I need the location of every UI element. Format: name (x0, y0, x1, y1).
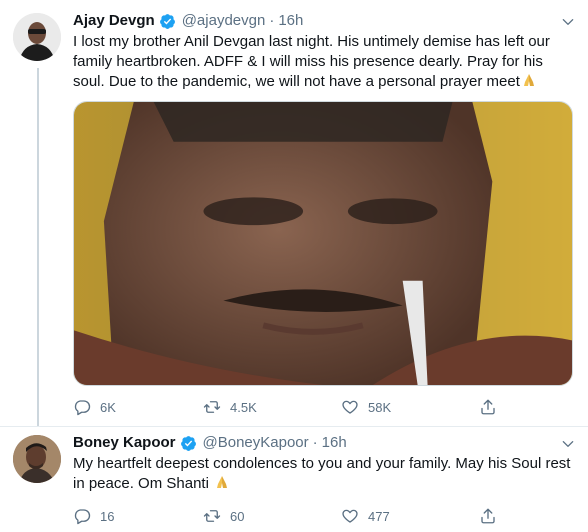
share-button[interactable] (479, 506, 497, 526)
timestamp[interactable]: 16h (278, 11, 303, 31)
share-icon (481, 508, 495, 524)
like-count: 58K (368, 399, 392, 415)
retweet-count: 60 (230, 508, 245, 524)
heart-icon (342, 400, 358, 414)
share-icon (481, 399, 495, 415)
tweet-body: I lost my brother Anil Devgan last night… (73, 33, 550, 90)
separator-dot: · (312, 434, 318, 451)
tweet-header: Boney Kapoor @BoneyKapoor · 16h (73, 433, 347, 453)
reply-count: 6K (100, 399, 116, 415)
reply-icon (74, 509, 91, 525)
tweet-actions: 6K 4.5K 58K (73, 397, 513, 417)
reply-count: 16 (100, 508, 115, 524)
display-name[interactable]: Ajay Devgn (73, 11, 155, 31)
tweet-ajay-devgn[interactable]: Ajay Devgn @ajaydevgn · 16h I lost my br… (0, 0, 588, 426)
chevron-down-icon[interactable] (560, 436, 576, 452)
folded-hands-icon (217, 476, 228, 488)
reply-button[interactable]: 6K (73, 397, 116, 417)
avatar[interactable] (13, 13, 61, 61)
verified-badge-icon (159, 13, 175, 29)
tweet-boney-kapoor[interactable]: Boney Kapoor @BoneyKapoor · 16h My heart… (0, 426, 588, 532)
tweet-text: I lost my brother Anil Devgan last night… (73, 32, 573, 92)
timestamp[interactable]: 16h (322, 433, 347, 453)
retweet-button[interactable]: 4.5K (203, 397, 257, 417)
chevron-down-icon[interactable] (560, 14, 576, 30)
handle[interactable]: @BoneyKapoor (203, 433, 309, 453)
display-name[interactable]: Boney Kapoor (73, 433, 176, 453)
like-button[interactable]: 58K (341, 397, 391, 417)
separator-dot: · (269, 12, 275, 29)
like-button[interactable]: 477 (341, 506, 390, 526)
avatar[interactable] (13, 435, 61, 483)
like-count: 477 (368, 508, 390, 524)
heart-icon (342, 509, 358, 523)
tweet-body: My heartfelt deepest condolences to you … (73, 455, 571, 492)
retweet-icon (203, 510, 221, 522)
retweet-icon (203, 401, 221, 413)
folded-hands-icon (523, 74, 534, 86)
handle[interactable]: @ajaydevgn (182, 11, 266, 31)
share-button[interactable] (479, 397, 497, 417)
tweet-photo[interactable] (73, 101, 573, 386)
verified-badge-icon (180, 435, 196, 451)
retweet-count: 4.5K (230, 399, 257, 415)
tweet-text: My heartfelt deepest condolences to you … (73, 454, 573, 494)
tweet-header: Ajay Devgn @ajaydevgn · 16h (73, 11, 303, 31)
retweet-button[interactable]: 60 (203, 506, 244, 526)
reply-button[interactable]: 16 (73, 506, 114, 526)
reply-icon (74, 400, 91, 416)
tweet-actions: 16 60 477 (73, 506, 513, 526)
